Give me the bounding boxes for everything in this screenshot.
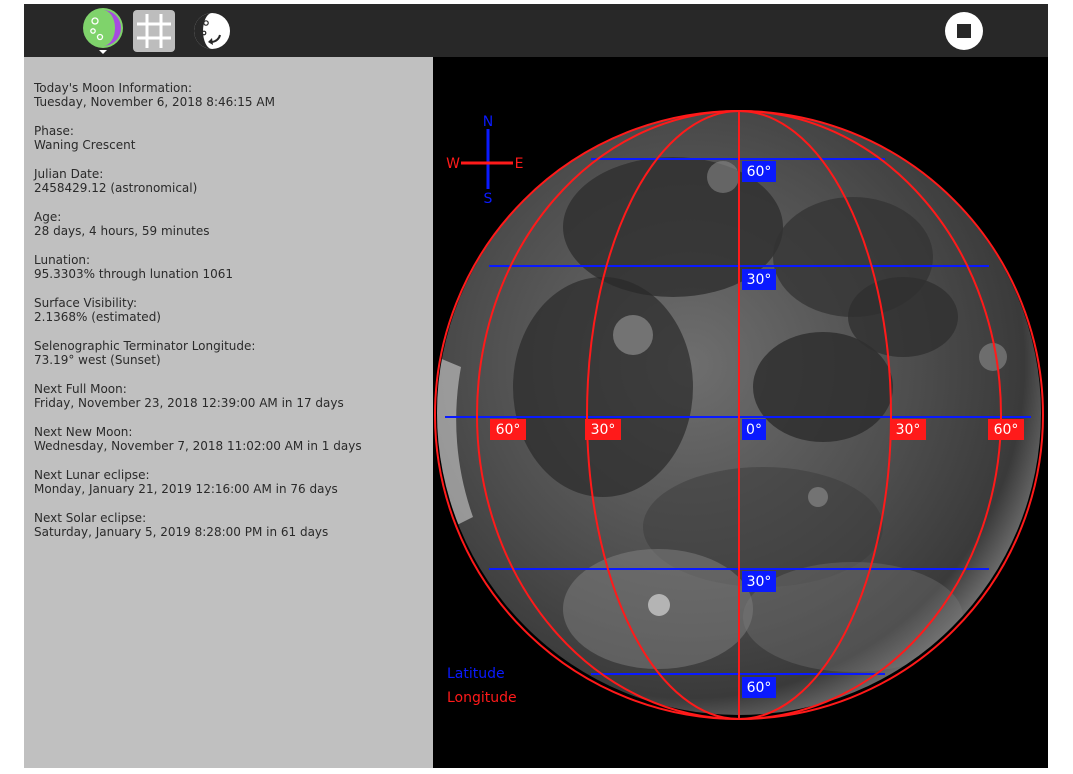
grid-toggle-button[interactable] bbox=[132, 9, 176, 53]
moon-view-icon bbox=[83, 8, 123, 54]
moon-info-panel: Today's Moon Information: Tuesday, Novem… bbox=[24, 57, 433, 768]
info-label: Lunation: bbox=[34, 253, 91, 267]
info-value: Monday, January 21, 2019 12:16:00 AM in … bbox=[34, 482, 338, 496]
compass-east: E bbox=[515, 156, 524, 172]
rotate-moon-icon bbox=[194, 13, 230, 49]
longitude-label-60w: 60° bbox=[490, 419, 526, 440]
compass-rose: N S W E bbox=[446, 114, 523, 207]
moon-view-button[interactable] bbox=[81, 8, 125, 54]
svg-text:30°: 30° bbox=[896, 422, 921, 438]
svg-text:30°: 30° bbox=[747, 574, 772, 590]
legend-longitude: Longitude bbox=[447, 690, 517, 706]
info-value: Wednesday, November 7, 2018 11:02:00 AM … bbox=[34, 439, 362, 453]
moon-view: 60° 30° 30° 60° 60° 30° 0° 30° 60° N S W… bbox=[433, 57, 1048, 768]
info-value: 2458429.12 (astronomical) bbox=[34, 181, 198, 195]
info-surface-visibility: Surface Visibility: 2.1368% (estimated) bbox=[34, 296, 429, 324]
info-value: 73.19° west (Sunset) bbox=[34, 353, 161, 367]
legend-latitude: Latitude bbox=[447, 666, 505, 682]
stop-button[interactable] bbox=[942, 9, 986, 53]
moon-canvas: 60° 30° 30° 60° 60° 30° 0° 30° 60° N S W… bbox=[434, 110, 1044, 720]
stop-icon bbox=[945, 12, 983, 50]
info-label: Surface Visibility: bbox=[34, 296, 137, 310]
info-value: Saturday, January 5, 2019 8:28:00 PM in … bbox=[34, 525, 329, 539]
info-label: Next Full Moon: bbox=[34, 382, 127, 396]
latitude-label-60n: 60° bbox=[742, 161, 776, 182]
info-next-solar-eclipse: Next Solar eclipse: Saturday, January 5,… bbox=[34, 511, 429, 539]
grid-legend: Latitude Longitude bbox=[447, 666, 517, 706]
info-next-full-moon: Next Full Moon: Friday, November 23, 201… bbox=[34, 382, 429, 410]
compass-west: W bbox=[446, 156, 460, 172]
info-julian-date: Julian Date: 2458429.12 (astronomical) bbox=[34, 167, 429, 195]
info-next-new-moon: Next New Moon: Wednesday, November 7, 20… bbox=[34, 425, 429, 453]
svg-text:30°: 30° bbox=[591, 422, 616, 438]
longitude-label-0: 0° bbox=[742, 419, 766, 440]
svg-text:60°: 60° bbox=[994, 422, 1019, 438]
info-next-lunar-eclipse: Next Lunar eclipse: Monday, January 21, … bbox=[34, 468, 429, 496]
info-value: Friday, November 23, 2018 12:39:00 AM in… bbox=[34, 396, 344, 410]
info-label: Age: bbox=[34, 210, 62, 224]
toolbar bbox=[24, 4, 1048, 57]
info-label: Today's Moon Information: bbox=[34, 81, 193, 95]
info-terminator-longitude: Selenographic Terminator Longitude: 73.1… bbox=[34, 339, 429, 367]
info-value: 2.1368% (estimated) bbox=[34, 310, 161, 324]
longitude-label-30e: 30° bbox=[890, 419, 926, 440]
compass-south: S bbox=[484, 191, 493, 207]
svg-text:60°: 60° bbox=[747, 680, 772, 696]
info-lunation: Lunation: 95.3303% through lunation 1061 bbox=[34, 253, 429, 281]
longitude-label-60e: 60° bbox=[988, 419, 1024, 440]
info-value: 28 days, 4 hours, 59 minutes bbox=[34, 224, 210, 238]
info-age: Age: 28 days, 4 hours, 59 minutes bbox=[34, 210, 429, 238]
latitude-label-30n: 30° bbox=[742, 269, 776, 290]
grid-icon bbox=[133, 10, 175, 52]
info-label: Next Solar eclipse: bbox=[34, 511, 147, 525]
svg-text:60°: 60° bbox=[747, 164, 772, 180]
info-label: Next Lunar eclipse: bbox=[34, 468, 150, 482]
latitude-label-60s: 60° bbox=[742, 677, 776, 698]
info-value: 95.3303% through lunation 1061 bbox=[34, 267, 234, 281]
latitude-label-30s: 30° bbox=[742, 571, 776, 592]
svg-text:60°: 60° bbox=[496, 422, 521, 438]
info-phase: Phase: Waning Crescent bbox=[34, 124, 429, 152]
info-label: Next New Moon: bbox=[34, 425, 133, 439]
info-label: Julian Date: bbox=[34, 167, 104, 181]
moon-activity-window: Today's Moon Information: Tuesday, Novem… bbox=[24, 4, 1048, 768]
longitude-label-30w: 30° bbox=[585, 419, 621, 440]
moon-image bbox=[437, 111, 1041, 715]
info-label: Phase: bbox=[34, 124, 74, 138]
info-value: Waning Crescent bbox=[34, 138, 136, 152]
svg-text:0°: 0° bbox=[746, 422, 762, 438]
svg-text:30°: 30° bbox=[747, 272, 772, 288]
info-value: Tuesday, November 6, 2018 8:46:15 AM bbox=[34, 95, 275, 109]
info-label: Selenographic Terminator Longitude: bbox=[34, 339, 256, 353]
compass-north: N bbox=[483, 114, 493, 130]
info-today: Today's Moon Information: Tuesday, Novem… bbox=[34, 81, 429, 109]
rotate-moon-button[interactable] bbox=[190, 9, 234, 53]
